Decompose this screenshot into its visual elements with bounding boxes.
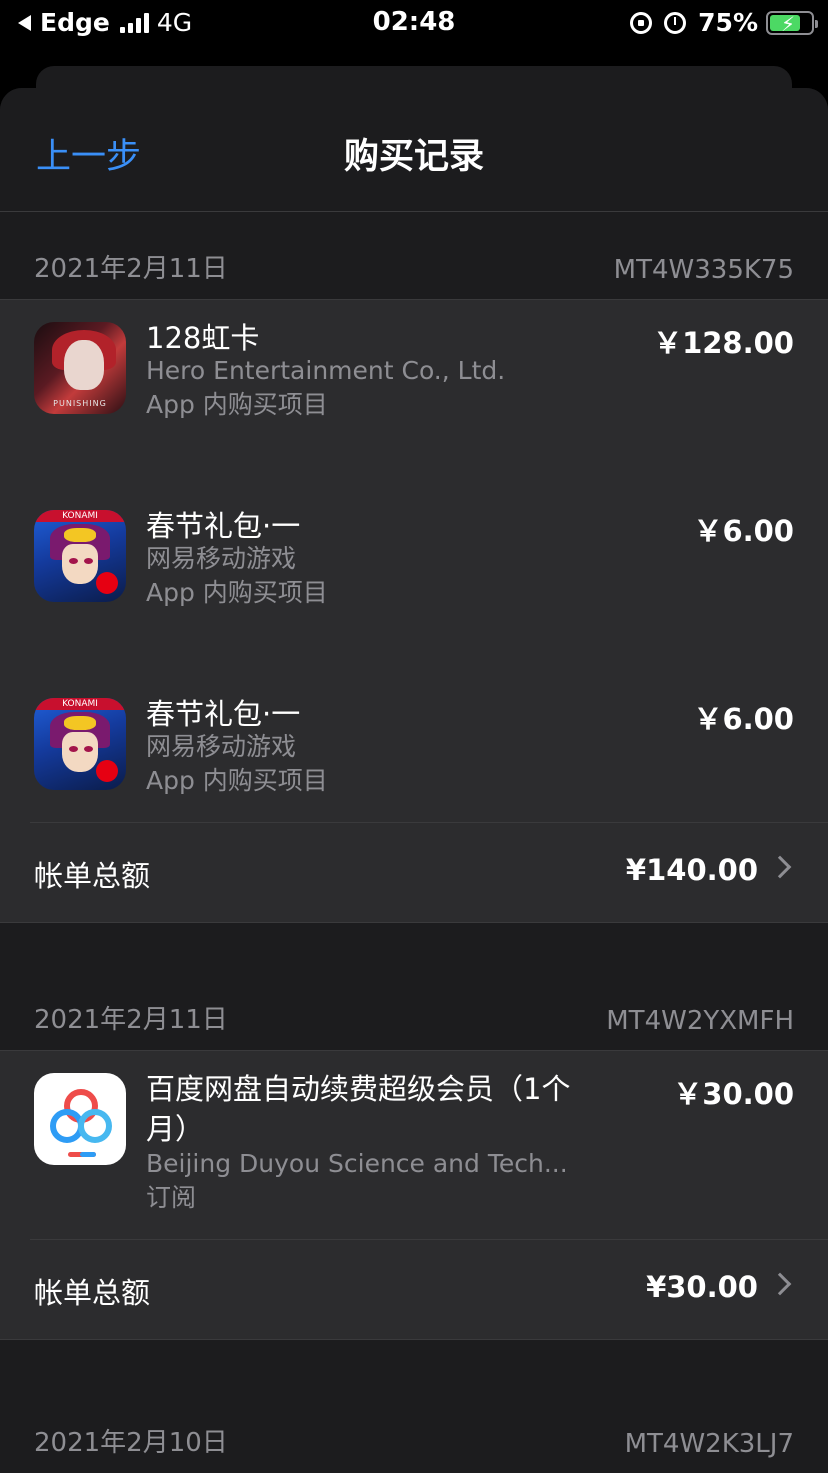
- order-header: 2021年2月11日 MT4W335K75: [0, 212, 828, 300]
- item-type: 订阅: [146, 1183, 197, 1212]
- item-title: 春节礼包·一: [146, 697, 301, 731]
- order-group: PUNISHING 128虹卡 Hero Entertainment Co., …: [0, 300, 828, 923]
- purchase-item[interactable]: KONAMI 春节礼包·一 网易移动游戏 App 内购买项目 ￥6.00: [0, 488, 828, 676]
- charging-bolt-icon: ⚡: [781, 11, 796, 36]
- punishing-game-icon: PUNISHING: [34, 322, 126, 414]
- bill-total-row[interactable]: 帐单总额 ¥30.00: [30, 1239, 828, 1339]
- baidu-netdisk-icon: [34, 1073, 126, 1165]
- status-bar: Edge 4G 02:48 75% ⚡: [0, 0, 828, 48]
- bill-total-amount: ¥140.00: [625, 853, 758, 887]
- orientation-lock-icon: [630, 11, 653, 34]
- punishing-logo-text: PUNISHING: [53, 399, 107, 408]
- chevron-right-icon: [768, 1272, 792, 1296]
- item-title: 春节礼包·一: [146, 509, 301, 543]
- item-title: 128虹卡: [146, 321, 260, 355]
- bill-total-label: 帐单总额: [34, 859, 151, 893]
- item-type: App 内购买项目: [146, 390, 328, 419]
- item-type: App 内购买项目: [146, 578, 328, 607]
- item-type: App 内购买项目: [146, 766, 328, 795]
- purchase-item[interactable]: PUNISHING 128虹卡 Hero Entertainment Co., …: [0, 300, 828, 488]
- status-right: 75% ⚡: [630, 8, 818, 37]
- purchase-history-sheet: 上一步 购买记录 2021年2月11日 MT4W335K75 PUNISHING…: [0, 88, 828, 1473]
- battery-icon: ⚡: [766, 10, 818, 36]
- item-title: 百度网盘自动续费超级会员（1个月）: [146, 1072, 571, 1146]
- order-group: 百度网盘自动续费超级会员（1个月） Beijing Duyou Science …: [0, 1051, 828, 1340]
- item-price: ￥6.00: [693, 514, 794, 548]
- order-header: 2021年2月11日 MT4W2YXMFH: [0, 963, 828, 1051]
- item-price: ￥30.00: [673, 1077, 794, 1111]
- yugioh-game-icon: KONAMI: [34, 510, 126, 602]
- order-id: MT4W335K75: [613, 255, 794, 285]
- item-developer: 网易移动游戏: [146, 544, 297, 573]
- order-header: 2021年2月10日 MT4W2K3LJ7: [0, 1392, 828, 1473]
- yugioh-game-icon: KONAMI: [34, 698, 126, 790]
- bill-total-amount: ¥30.00: [646, 1270, 758, 1304]
- item-developer: Hero Entertainment Co., Ltd.: [146, 356, 506, 385]
- battery-percent: 75%: [698, 8, 758, 37]
- page-title: 购买记录: [343, 137, 484, 177]
- konami-logo-text: KONAMI: [34, 510, 126, 522]
- item-price: ￥128.00: [653, 326, 794, 360]
- order-date: 2021年2月10日: [34, 1428, 228, 1458]
- konami-logo-text: KONAMI: [34, 698, 126, 710]
- item-price: ￥6.00: [693, 702, 794, 736]
- chevron-right-icon: [768, 855, 792, 879]
- order-id: MT4W2K3LJ7: [624, 1429, 794, 1459]
- item-developer: Beijing Duyou Science and Tech...: [146, 1149, 568, 1178]
- purchase-item[interactable]: KONAMI 春节礼包·一 网易移动游戏 App 内购买项目 ￥6.00: [0, 676, 828, 822]
- bill-total-label: 帐单总额: [34, 1276, 151, 1310]
- item-developer: 网易移动游戏: [146, 732, 297, 761]
- bill-total-row[interactable]: 帐单总额 ¥140.00: [30, 822, 828, 922]
- order-date: 2021年2月11日: [34, 254, 228, 284]
- alarm-icon: [664, 11, 687, 34]
- navigation-bar: 上一步 购买记录: [0, 88, 828, 212]
- order-id: MT4W2YXMFH: [606, 1006, 794, 1036]
- order-date: 2021年2月11日: [34, 1005, 228, 1035]
- purchase-item[interactable]: 百度网盘自动续费超级会员（1个月） Beijing Duyou Science …: [0, 1051, 828, 1239]
